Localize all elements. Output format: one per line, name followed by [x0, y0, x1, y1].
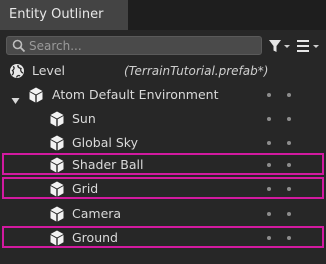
- entity-label: Ground: [72, 230, 118, 245]
- entity-label: Sun: [72, 111, 96, 126]
- tree-row-sun[interactable]: Sun: [0, 107, 326, 131]
- filter-icon: [269, 40, 290, 52]
- search-input[interactable]: [29, 37, 255, 54]
- visibility-toggle[interactable]: [267, 93, 271, 97]
- entity-label: Camera: [72, 206, 122, 221]
- lock-toggle[interactable]: [287, 93, 291, 97]
- tab-bar: Entity Outliner: [0, 0, 326, 30]
- tree-row-grid[interactable]: Grid: [2, 177, 324, 199]
- lock-toggle[interactable]: [287, 163, 291, 167]
- tree-row-global-sky[interactable]: Global Sky: [0, 131, 326, 155]
- entity-cube-icon: [50, 206, 64, 226]
- lock-toggle[interactable]: [287, 117, 291, 121]
- search-icon: [12, 39, 26, 53]
- tree-row-shader-ball[interactable]: Shader Ball: [2, 153, 324, 175]
- tab-entity-outliner[interactable]: Entity Outliner: [0, 0, 128, 30]
- visibility-toggle[interactable]: [267, 117, 271, 121]
- lock-toggle[interactable]: [287, 187, 291, 191]
- tree-row-level[interactable]: Level (TerrainTutorial.prefab*): [0, 59, 326, 83]
- display-options-icon: [297, 40, 319, 52]
- visibility-toggle[interactable]: [267, 163, 271, 167]
- tree-row-atom-default-environment[interactable]: Atom Default Environment: [0, 83, 326, 107]
- entity-label: Grid: [72, 181, 99, 196]
- visibility-toggle[interactable]: [267, 187, 271, 191]
- lock-toggle[interactable]: [287, 236, 291, 240]
- entity-cube-icon: [50, 230, 64, 250]
- level-label: Level: [32, 63, 65, 78]
- display-options-button[interactable]: [296, 38, 322, 54]
- entity-cube-icon: [50, 157, 64, 177]
- tree-row-camera[interactable]: Camera: [0, 202, 326, 226]
- entity-label: Atom Default Environment: [52, 87, 219, 102]
- visibility-toggle[interactable]: [267, 212, 271, 216]
- lock-toggle[interactable]: [287, 141, 291, 145]
- entity-outliner-panel: Entity Outliner Level (Terrai: [0, 0, 326, 264]
- entity-label: Global Sky: [72, 135, 138, 150]
- entity-label: Shader Ball: [72, 157, 144, 172]
- search-box[interactable]: [6, 36, 262, 55]
- level-prefab-name: (TerrainTutorial.prefab*): [124, 64, 269, 78]
- visibility-toggle[interactable]: [267, 141, 271, 145]
- entity-cube-icon: [50, 111, 64, 131]
- globe-icon: [9, 63, 25, 83]
- entity-cube-icon: [50, 135, 64, 155]
- tree-row-ground[interactable]: Ground: [2, 226, 324, 248]
- entity-cube-icon: [50, 181, 64, 201]
- entity-cube-icon: [29, 87, 43, 107]
- visibility-toggle[interactable]: [267, 236, 271, 240]
- lock-toggle[interactable]: [287, 212, 291, 216]
- filter-button[interactable]: [268, 38, 292, 54]
